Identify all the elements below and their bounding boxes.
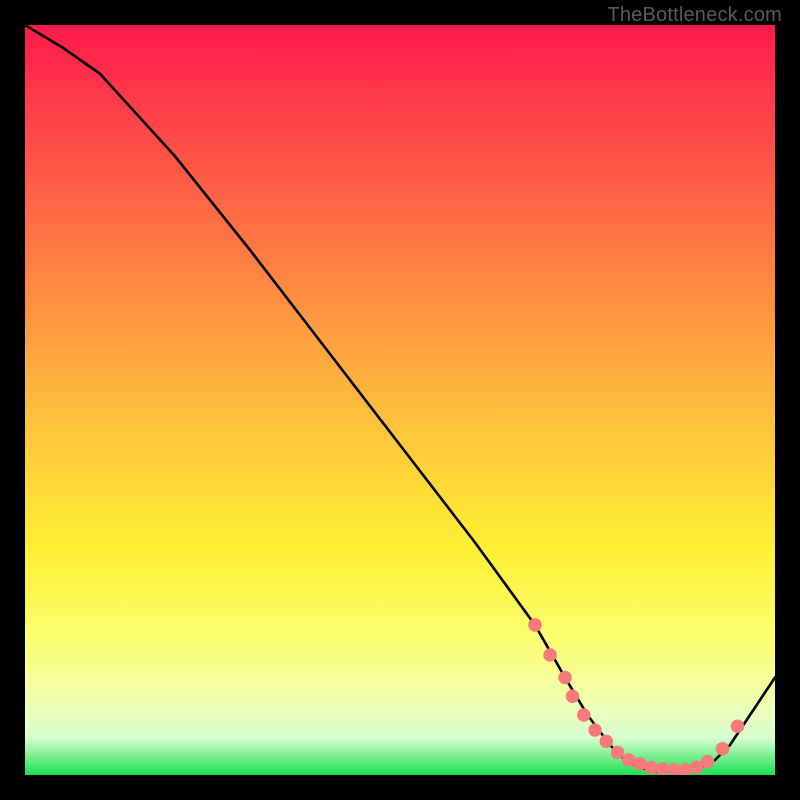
- marker-dot: [528, 618, 542, 632]
- marker-dot: [731, 720, 745, 734]
- chart-svg: [25, 25, 775, 775]
- marker-dot: [566, 690, 580, 704]
- chart-markers: [528, 618, 744, 775]
- chart-plot-area: [25, 25, 775, 775]
- watermark-text: TheBottleneck.com: [607, 4, 782, 27]
- marker-dot: [543, 648, 557, 662]
- marker-dot: [611, 746, 625, 760]
- chart-curve: [25, 25, 775, 771]
- marker-dot: [577, 708, 591, 722]
- marker-dot: [600, 735, 614, 749]
- marker-dot: [701, 755, 715, 769]
- marker-dot: [558, 671, 572, 685]
- marker-dot: [588, 723, 602, 737]
- marker-dot: [716, 742, 730, 756]
